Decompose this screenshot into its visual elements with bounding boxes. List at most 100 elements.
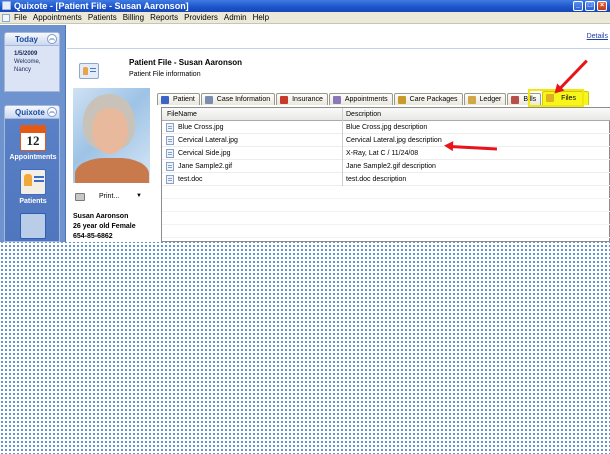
tab-label: Care Packages (409, 96, 458, 103)
page-title: Patient File - Susan Aaronson (129, 58, 243, 67)
bills-icon (511, 96, 520, 104)
description-cell: Blue Cross.jpg description (342, 121, 610, 134)
today-panel-header[interactable]: Today ︽ (4, 32, 60, 46)
description-cell: Cervical Lateral.jpg description (342, 134, 610, 147)
quixote-panel-title: Quixote (15, 108, 45, 117)
today-date: 1/5/2009 (14, 51, 38, 57)
tab-label: Patient (173, 96, 195, 103)
filename-cell: Blue Cross.jpg (164, 121, 340, 134)
filename-text: Blue Cross.jpg (178, 124, 224, 131)
nav-patients-button[interactable]: Patients (5, 169, 61, 205)
patient-name: Susan Aaronson (73, 213, 129, 220)
patient-photo (73, 88, 150, 183)
app-icon (2, 1, 11, 10)
menu-file[interactable]: File (14, 13, 27, 23)
print-label: Print... (99, 193, 120, 200)
page-subtitle: Patient File information (129, 71, 201, 78)
tab-patient[interactable]: Patient (157, 93, 200, 105)
menu-patients[interactable]: Patients (88, 13, 117, 23)
minimize-button[interactable]: _ (573, 1, 583, 11)
nav-appointments-button[interactable]: 12 Appointments (5, 125, 61, 161)
appointments-icon (332, 96, 341, 104)
menu-billing[interactable]: Billing (123, 13, 144, 23)
menu-reports[interactable]: Reports (150, 13, 178, 23)
file-icon (166, 136, 174, 145)
today-panel-title: Today (15, 35, 38, 44)
close-button[interactable]: × (597, 1, 607, 11)
file-icon (166, 175, 174, 184)
filename-cell: test.doc (164, 173, 340, 186)
patient-phone: 654-85-6862 (73, 233, 113, 240)
printer-icon (75, 193, 85, 201)
dropdown-arrow-icon[interactable]: ▼ (136, 193, 142, 199)
tab-label: Appointments (344, 96, 388, 103)
tab-label: Case Information (216, 96, 271, 103)
app-window: Quixote - [Patient File - Susan Aaronson… (0, 0, 610, 242)
print-button[interactable]: Print... ▼ (75, 192, 145, 204)
column-header-description[interactable]: Description (342, 108, 610, 121)
window-title: Quixote - [Patient File - Susan Aaronson… (14, 1, 189, 11)
details-link[interactable]: Details (587, 33, 608, 40)
file-icon (166, 123, 174, 132)
patient-summary: Susan Aaronson 26 year old Female 654-85… (73, 212, 136, 242)
empty-row (162, 199, 610, 212)
grid-header-row: FileName Description (162, 108, 610, 121)
tab-case-information[interactable]: Case Information (200, 93, 276, 105)
tab-ledger[interactable]: Ledger (463, 93, 507, 105)
table-row[interactable]: Jane Sample2.gif Jane Sample2.gif descri… (162, 160, 610, 173)
files-grid: FileName Description Blue Cross.jpg Blue… (161, 107, 610, 242)
filename-cell: Cervical Side.jpg (164, 147, 340, 160)
filename-text: test.doc (178, 176, 203, 183)
bills-icon (20, 213, 46, 239)
collapse-chevron-icon[interactable]: ︽ (47, 107, 57, 117)
column-header-filename[interactable]: FileName (164, 108, 340, 121)
tab-appointments[interactable]: Appointments (328, 93, 393, 105)
tab-label: Ledger (479, 96, 502, 103)
maximize-button[interactable]: □ (585, 1, 595, 11)
nav-bills-button[interactable] (5, 213, 61, 239)
quixote-panel-header[interactable]: Quixote ︽ (4, 105, 60, 119)
left-navigation: Today ︽ 1/5/2009 Welcome, Nancy Quixote … (0, 25, 66, 242)
calendar-icon: 12 (20, 125, 46, 151)
file-icon (166, 162, 174, 171)
case-icon (204, 96, 213, 104)
empty-row (162, 212, 610, 225)
menu-providers[interactable]: Providers (184, 13, 218, 23)
filename-cell: Cervical Lateral.jpg (164, 134, 340, 147)
tab-care-packages[interactable]: Care Packages (393, 93, 463, 105)
patient-card-icon (20, 169, 46, 195)
main-content: Details Patient File - Susan Aaronson Pa… (67, 25, 610, 242)
insurance-icon (280, 96, 289, 104)
description-cell: Jane Sample2.gif description (342, 160, 610, 173)
file-icon (166, 149, 174, 158)
table-row[interactable]: Cervical Lateral.jpg Cervical Lateral.jp… (162, 134, 610, 147)
menu-appointments[interactable]: Appointments (33, 13, 82, 23)
quixote-panel: 12 Appointments Patients (4, 119, 60, 242)
nav-patients-label: Patients (19, 198, 47, 205)
filename-text: Jane Sample2.gif (178, 163, 233, 170)
menu-help[interactable]: Help (253, 13, 269, 23)
empty-row (162, 225, 610, 238)
empty-row (162, 186, 610, 199)
filename-text: Cervical Lateral.jpg (178, 137, 238, 144)
table-row[interactable]: Blue Cross.jpg Blue Cross.jpg descriptio… (162, 121, 610, 134)
patient-icon (161, 96, 169, 104)
menu-bar: File Appointments Patients Billing Repor… (0, 12, 610, 24)
welcome-text: Welcome, (14, 59, 41, 65)
calendar-day: 12 (26, 133, 40, 148)
document-icon[interactable] (2, 14, 10, 22)
ledger-icon (467, 96, 476, 104)
collapse-chevron-icon[interactable]: ︽ (47, 34, 57, 44)
table-row[interactable]: Cervical Side.jpg X-Ray, Lat C / 11/24/0… (162, 147, 610, 160)
nav-appointments-label: Appointments (9, 154, 57, 161)
table-row[interactable]: test.doc test.doc description (162, 173, 610, 186)
description-cell: test.doc description (342, 173, 610, 186)
tab-label: Insurance (292, 96, 323, 103)
tab-insurance[interactable]: Insurance (276, 93, 328, 105)
care-packages-icon (397, 96, 406, 104)
filename-cell: Jane Sample2.gif (164, 160, 340, 173)
patient-file-icon (79, 63, 99, 79)
menu-admin[interactable]: Admin (224, 13, 247, 23)
tab-strip: Patient Case Information Insurance Appoi… (157, 91, 590, 105)
user-name: Nancy (14, 67, 32, 73)
